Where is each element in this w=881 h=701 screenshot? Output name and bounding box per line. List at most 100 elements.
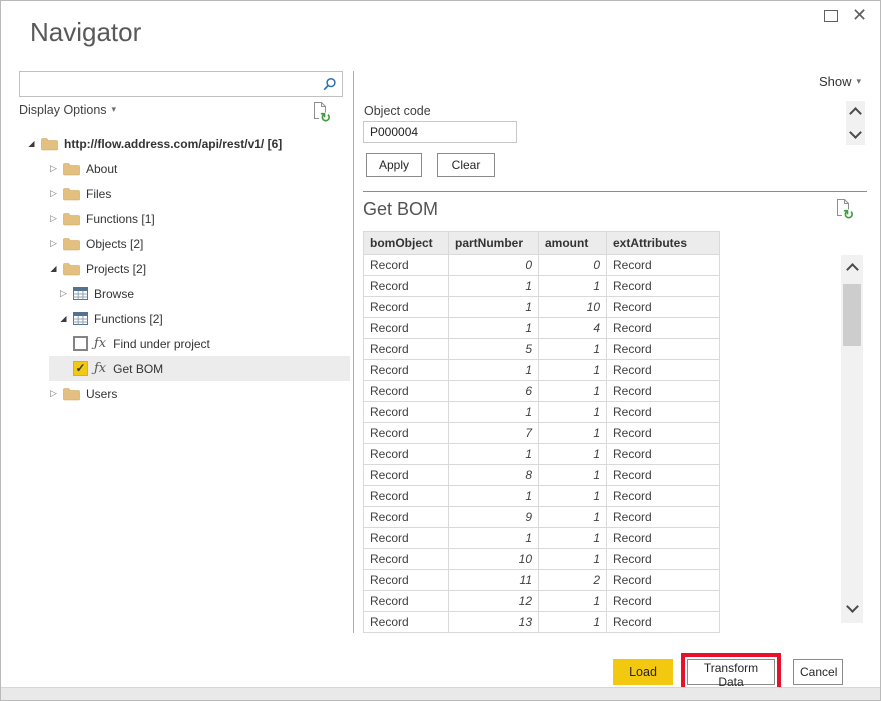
table-cell: Record (607, 255, 720, 276)
collapse-arrow-icon[interactable]: ▷ (47, 188, 60, 199)
table-scrollbar[interactable] (841, 255, 863, 623)
tree-item-label: Get BOM (113, 362, 163, 376)
collapse-arrow-icon[interactable]: ▷ (47, 238, 60, 249)
checkbox-checked[interactable]: ✓ (73, 361, 88, 376)
tree-item-label: Functions [2] (94, 312, 163, 326)
apply-button[interactable]: Apply (366, 153, 422, 177)
table-icon (73, 287, 88, 300)
tree-item-label: Find under project (113, 337, 210, 351)
table-cell: 1 (539, 507, 607, 528)
table-row: Record61Record (364, 381, 720, 402)
tree-item-find-under-project[interactable]: ƒx Find under project (19, 331, 350, 356)
table-cell: Record (364, 318, 449, 339)
load-button[interactable]: Load (613, 659, 673, 685)
scroll-up-button[interactable] (841, 257, 863, 279)
table-cell: Record (607, 486, 720, 507)
folder-icon (63, 187, 80, 201)
cancel-button[interactable]: Cancel (793, 659, 843, 685)
tree-item-projects[interactable]: ◢ Projects [2] (19, 256, 350, 281)
table-row: Record121Record (364, 591, 720, 612)
scrollbar-thumb[interactable] (843, 284, 861, 346)
table-cell: Record (364, 381, 449, 402)
chevron-up-icon (846, 263, 859, 276)
tree-item-objects[interactable]: ▷ Objects [2] (19, 231, 350, 256)
folder-icon (63, 387, 80, 401)
table-cell: Record (364, 528, 449, 549)
table-row: Record131Record (364, 612, 720, 633)
tree-item-about[interactable]: ▷ About (19, 156, 350, 181)
table-cell: 4 (539, 318, 607, 339)
panel-scrollbar[interactable] (846, 101, 865, 145)
refresh-tree-button[interactable]: ↻ (312, 101, 328, 120)
table-cell: 1 (539, 423, 607, 444)
table-icon (73, 312, 88, 325)
expand-arrow-icon[interactable]: ◢ (25, 139, 38, 148)
table-cell: 6 (449, 381, 539, 402)
table-cell: Record (364, 612, 449, 633)
tree-item-label: About (86, 162, 117, 176)
table-cell: Record (607, 423, 720, 444)
table-cell: 10 (539, 297, 607, 318)
show-label: Show (819, 74, 852, 89)
maximize-icon[interactable] (824, 10, 838, 22)
tree-item-root-url[interactable]: ◢ http://flow.address.com/api/rest/v1/ [… (19, 131, 350, 156)
object-code-field[interactable] (363, 121, 517, 143)
tree-item-files[interactable]: ▷ Files (19, 181, 350, 206)
table-row: Record11Record (364, 360, 720, 381)
checkbox-unchecked[interactable] (73, 336, 88, 351)
display-options-dropdown[interactable]: Display Options▾ (19, 103, 116, 117)
preview-table: bomObjectpartNumberamountextAttributes R… (363, 231, 720, 633)
preview-title: Get BOM (363, 199, 438, 220)
tree-item-functions-1[interactable]: ▷ Functions [1] (19, 206, 350, 231)
tree-item-functions-2[interactable]: ◢ Functions [2] (19, 306, 350, 331)
table-cell: 10 (449, 549, 539, 570)
close-icon[interactable]: ✕ (852, 4, 867, 26)
table-cell: 2 (539, 570, 607, 591)
table-cell: 9 (449, 507, 539, 528)
table-cell: Record (607, 591, 720, 612)
collapse-arrow-icon[interactable]: ▷ (47, 163, 60, 174)
column-header: extAttributes (607, 232, 720, 255)
scroll-down-button[interactable] (841, 597, 863, 619)
tree-item-users[interactable]: ▷ Users (19, 381, 350, 406)
function-icon: ƒx (94, 361, 106, 376)
table-cell: Record (364, 549, 449, 570)
scroll-down-button[interactable] (846, 123, 865, 145)
refresh-preview-button[interactable]: ↻ (835, 198, 851, 217)
scroll-up-button[interactable] (846, 101, 865, 123)
collapse-arrow-icon[interactable]: ▷ (47, 388, 60, 399)
table-cell: 1 (539, 591, 607, 612)
table-cell: Record (607, 465, 720, 486)
show-dropdown[interactable]: Show▾ (819, 74, 861, 89)
page-title: Navigator (30, 17, 141, 48)
table-cell: Record (607, 528, 720, 549)
column-header: partNumber (449, 232, 539, 255)
expand-arrow-icon[interactable]: ◢ (57, 314, 70, 323)
table-cell: Record (607, 381, 720, 402)
expand-arrow-icon[interactable]: ◢ (47, 264, 60, 273)
tree-item-label: http://flow.address.com/api/rest/v1/ [6] (64, 137, 282, 151)
table-cell: Record (607, 507, 720, 528)
table-cell: 1 (539, 444, 607, 465)
table-row: Record110Record (364, 297, 720, 318)
table-cell: 1 (449, 318, 539, 339)
refresh-icon: ↻ (320, 111, 331, 124)
tree-item-label: Files (86, 187, 111, 201)
table-cell: 1 (449, 528, 539, 549)
collapse-arrow-icon[interactable]: ▷ (57, 288, 70, 299)
table-row: Record51Record (364, 339, 720, 360)
tree-item-label: Users (86, 387, 117, 401)
search-input[interactable] (20, 72, 324, 96)
table-cell: Record (364, 423, 449, 444)
table-row: Record00Record (364, 255, 720, 276)
table-cell: Record (364, 339, 449, 360)
tree-item-browse[interactable]: ▷ Browse (19, 281, 350, 306)
clear-button[interactable]: Clear (437, 153, 495, 177)
transform-data-button[interactable]: Transform Data (687, 659, 775, 685)
table-cell: Record (607, 612, 720, 633)
collapse-arrow-icon[interactable]: ▷ (47, 213, 60, 224)
tree-item-get-bom[interactable]: ✓ ƒx Get BOM (49, 356, 350, 381)
table-cell: 11 (449, 570, 539, 591)
table-cell: Record (607, 570, 720, 591)
table-cell: Record (607, 276, 720, 297)
